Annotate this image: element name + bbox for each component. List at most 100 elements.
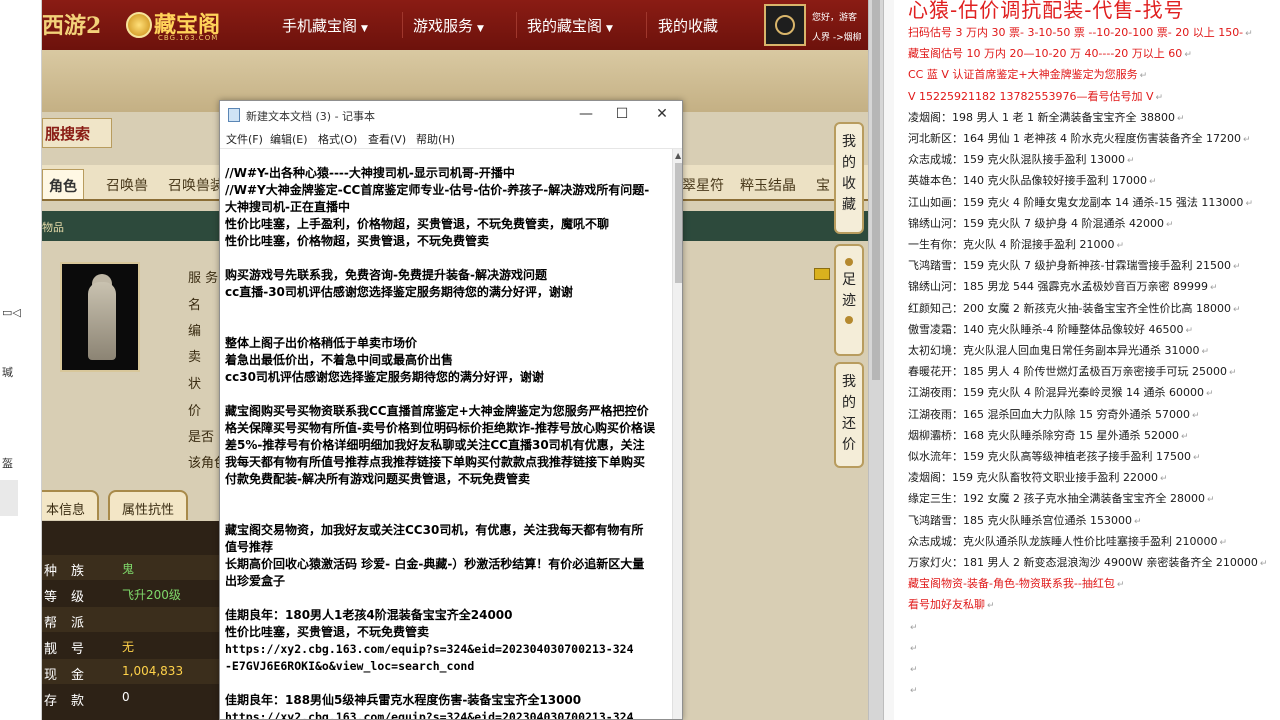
document-line-text: 看号加好友私聊 (908, 598, 985, 612)
attr-row: 帮派 (42, 607, 242, 632)
notepad-titlebar[interactable]: 新建文本文档 (3) - 记事本 — ☐ ✕ (220, 101, 682, 129)
attr-row: 现金 1,004,833 (42, 659, 242, 684)
cbg-logo-sub: CBG.163.COM (158, 34, 219, 42)
character-portrait[interactable] (60, 262, 140, 372)
paragraph-mark-icon: ↵ (1245, 29, 1253, 39)
paragraph-mark-icon: ↵ (1201, 347, 1210, 357)
document-line: 太初幻境：克火队混人回血鬼日常任务副本异光通杀 31000 ↵ (908, 340, 1209, 361)
paragraph-mark-icon: ↵ (910, 622, 918, 633)
document-line-text: 锦绣山河：159 克火队 7 级护身 4 阶混通杀 42000 (908, 216, 1164, 230)
field-status: 状 (188, 377, 202, 392)
notepad-line (225, 675, 672, 692)
notepad-line: -E7GVJ6E6ROKI&o&view_loc=search_cond (225, 659, 475, 673)
menu-edit[interactable]: 编辑(E) (270, 131, 308, 147)
paragraph-mark-icon: ↵ (1191, 410, 1200, 421)
notepad-line (225, 301, 672, 318)
document-line: CC 蓝 V 认证首席鉴定+大神金牌鉴定为您服务 ↵ (908, 64, 1147, 85)
menu-help[interactable]: 帮助(H) (416, 131, 455, 147)
document-line-text: 一生有你：克火队 4 阶混接手盈利 21000 (908, 238, 1115, 251)
word-document[interactable]: 心猿-估价调抗配装-代售-找号 扫码估号 3 万内 30 票- 3-10-50 … (884, 0, 1280, 720)
scrollbar-thumb[interactable] (675, 163, 682, 283)
maximize-icon[interactable]: ☐ (604, 103, 640, 127)
tab-basic-info[interactable]: 本信息 (42, 490, 100, 520)
notepad-line (225, 386, 672, 403)
paragraph-mark-icon: ↵ (987, 601, 995, 612)
notepad-line: 整体上阁子出价格稍低于单卖市场价 (225, 336, 418, 350)
attr-row: 靓号无 (44, 640, 135, 657)
document-line-text: 万家灯火：181 男人 2 新变态混浪淘沙 4900W 亲密装备齐全 21000… (908, 556, 1258, 569)
side-button-my-offers[interactable]: 我的还价 (834, 362, 864, 468)
nav-my-favorites[interactable]: 我的收藏 (658, 15, 718, 36)
menu-file[interactable]: 文件(F) (226, 131, 263, 147)
tab-jade-crystal[interactable]: 粹玉结晶 (734, 169, 802, 199)
character-figure (88, 282, 116, 360)
document-line-text: 藏宝阁估号 10 万内 20—10-20 万 40----20 万以上 60 (908, 47, 1183, 61)
attr-row: 种族鬼 (42, 555, 242, 580)
nav-mobile-cbg[interactable]: 手机藏宝阁 ▼ (282, 15, 368, 36)
document-line-text: 锦绣山河：185 男龙 544 强霹克水孟极妙音百万亲密 89999 (908, 280, 1208, 294)
document-line: 凌烟阁：198 男人 1 老 1 新全满装备宝宝齐全 38800 ↵ (908, 107, 1185, 128)
tab-attribute-resist[interactable]: 属性抗性 (108, 490, 189, 520)
menu-format[interactable]: 格式(O) (318, 131, 357, 147)
dot-icon (845, 258, 853, 266)
notepad-text-area[interactable]: //W#Y-出各种心猿----大神搜司机-显示司机哥-开播中 //W#Y大神金牌鉴… (220, 149, 672, 720)
document-line: 江湖夜雨：165 混杀回血大力队除 15 穷奇外通杀 57000 ↵ (908, 404, 1200, 425)
game-logo[interactable]: 西游2 (42, 8, 101, 40)
side-button-footprint[interactable]: 足迹 (834, 244, 864, 356)
field-name: 名 (188, 298, 202, 313)
nav-my-cbg[interactable]: 我的藏宝阁 ▼ (527, 15, 613, 36)
document-line-text: 扫码估号 3 万内 30 票- 3-10-50 票 --10-20-100 票-… (908, 26, 1244, 39)
notepad-scrollbar[interactable]: ▲ (672, 149, 682, 719)
field-whether: 是否 (188, 430, 215, 445)
notepad-line: 我每天都有物有所值号推荐点我推荐链接下单购买付款款点我推荐链接下单购买 (225, 455, 646, 469)
user-server[interactable]: 人界 ->烟柳 (812, 30, 862, 43)
document-line: 万家灯火：181 男人 2 新变态混浪淘沙 4900W 亲密装备齐全 21000… (908, 552, 1267, 573)
left-strip-bar (0, 480, 18, 516)
close-icon[interactable]: ✕ (644, 103, 680, 127)
document-line-text: 春暖花开：185 男人 4 阶传世燃灯孟极百万亲密接手可玩 25000 (908, 365, 1227, 379)
tab-star-talisman[interactable]: 翠星符 (676, 169, 730, 199)
document-line-text: 傲雪凌霜：140 克火队睡杀-4 阶睡整体品像较好 46500 (908, 322, 1184, 336)
notepad-line: cc直播-30司机评估感谢您选择鉴定服务期待您的满分好评，谢谢 (225, 285, 573, 299)
notepad-line: https://xy2.cbg.163.com/equip?s=324&eid=… (225, 710, 634, 720)
nav-game-service[interactable]: 游戏服务 ▼ (413, 15, 484, 36)
notepad-line (225, 488, 672, 505)
document-line-text: 凌烟阁：159 克火队畜牧符文职业接手盈利 22000 (908, 471, 1158, 485)
document-line-text: 飞鸿踏雪：185 克火队睡杀宫位通杀 153000 (908, 513, 1132, 527)
user-avatar[interactable] (764, 4, 806, 46)
document-line-text: 众志成城：159 克火队混队接手盈利 13000 (908, 153, 1125, 167)
menu-view[interactable]: 查看(V) (368, 131, 406, 147)
paragraph-mark-icon: ↵ (1192, 453, 1201, 463)
user-greeting: 您好，游客 (812, 13, 858, 23)
document-line: 一生有你：克火队 4 阶混接手盈利 21000 ↵ (908, 234, 1124, 255)
scroll-up-icon[interactable]: ▲ (675, 151, 681, 160)
tab-summon[interactable]: 召唤兽 (100, 169, 154, 199)
notepad-line: 佳期良年：180男人1老孩4阶混装备宝宝齐全24000 (225, 608, 513, 622)
document-line-text: 似水流年：159 克火队高等级神植老孩子接手盈利 17500 (908, 450, 1191, 463)
document-line-text: 江湖夜雨：159 克火队 4 阶混异光秦岭灵猴 14 通杀 60000 (908, 386, 1204, 400)
notepad-title: 新建文本文档 (3) - 记事本 (246, 110, 376, 123)
document-line-text: 太初幻境：克火队混人回血鬼日常任务副本异光通杀 31000 (908, 344, 1200, 357)
document-line: 红颜知己：200 女魔 2 新孩克火抽-装备宝宝齐全性价比高 18000 ↵ (908, 298, 1241, 319)
notepad-window[interactable]: 新建文本文档 (3) - 记事本 — ☐ ✕ 文件(F) 编辑(E) 格式(O)… (219, 100, 683, 720)
attribute-panel: 种族鬼 等级 飞升200级 帮派 靓号无 现金 1,004,833 存款 0 (42, 521, 242, 720)
notepad-line: 格关保障买号买物有所值-卖号价格到位明码标价拒绝欺诈-推荐号放心购买价格误 (225, 421, 655, 435)
notepad-line: 付款免费配装-解决所有游戏问题买贵管退，不玩免费管卖 (225, 472, 530, 486)
document-line: 藏宝阁估号 10 万内 20—10-20 万 40----20 万以上 60 ↵ (908, 43, 1192, 64)
notepad-line: 性价比哇塞，上手盈利，价格物超，买贵管退，不玩免费管卖，魔吼不聊 (225, 217, 610, 231)
paragraph-mark-icon: ↵ (1184, 50, 1192, 61)
document-line: 似水流年：159 克火队高等级神植老孩子接手盈利 17500 ↵ (908, 446, 1201, 467)
document-line-text: 众志成城：克火队通杀队龙族睡人性价比哇塞接手盈利 210000 (908, 534, 1218, 548)
tab-role[interactable]: 角色 (42, 169, 84, 199)
video-icon[interactable]: ▭◁ (2, 306, 21, 319)
side-button-favorites[interactable]: 我的收藏 (834, 122, 864, 234)
browser-scrollbar[interactable] (868, 0, 884, 720)
paragraph-mark-icon: ↵ (1126, 156, 1135, 167)
dot-icon (845, 316, 853, 324)
paragraph-mark-icon: ↵ (1139, 71, 1148, 82)
paragraph-mark-icon: ↵ (1116, 580, 1125, 591)
minimize-icon[interactable]: — (568, 103, 604, 127)
tab-more[interactable]: 宝 (810, 169, 836, 199)
document-line-text: 江山如画：159 克火 4 阶睡女鬼女龙副本 14 通杀-15 强法 11300… (908, 195, 1244, 209)
browser-scrollbar-thumb[interactable] (872, 0, 880, 380)
